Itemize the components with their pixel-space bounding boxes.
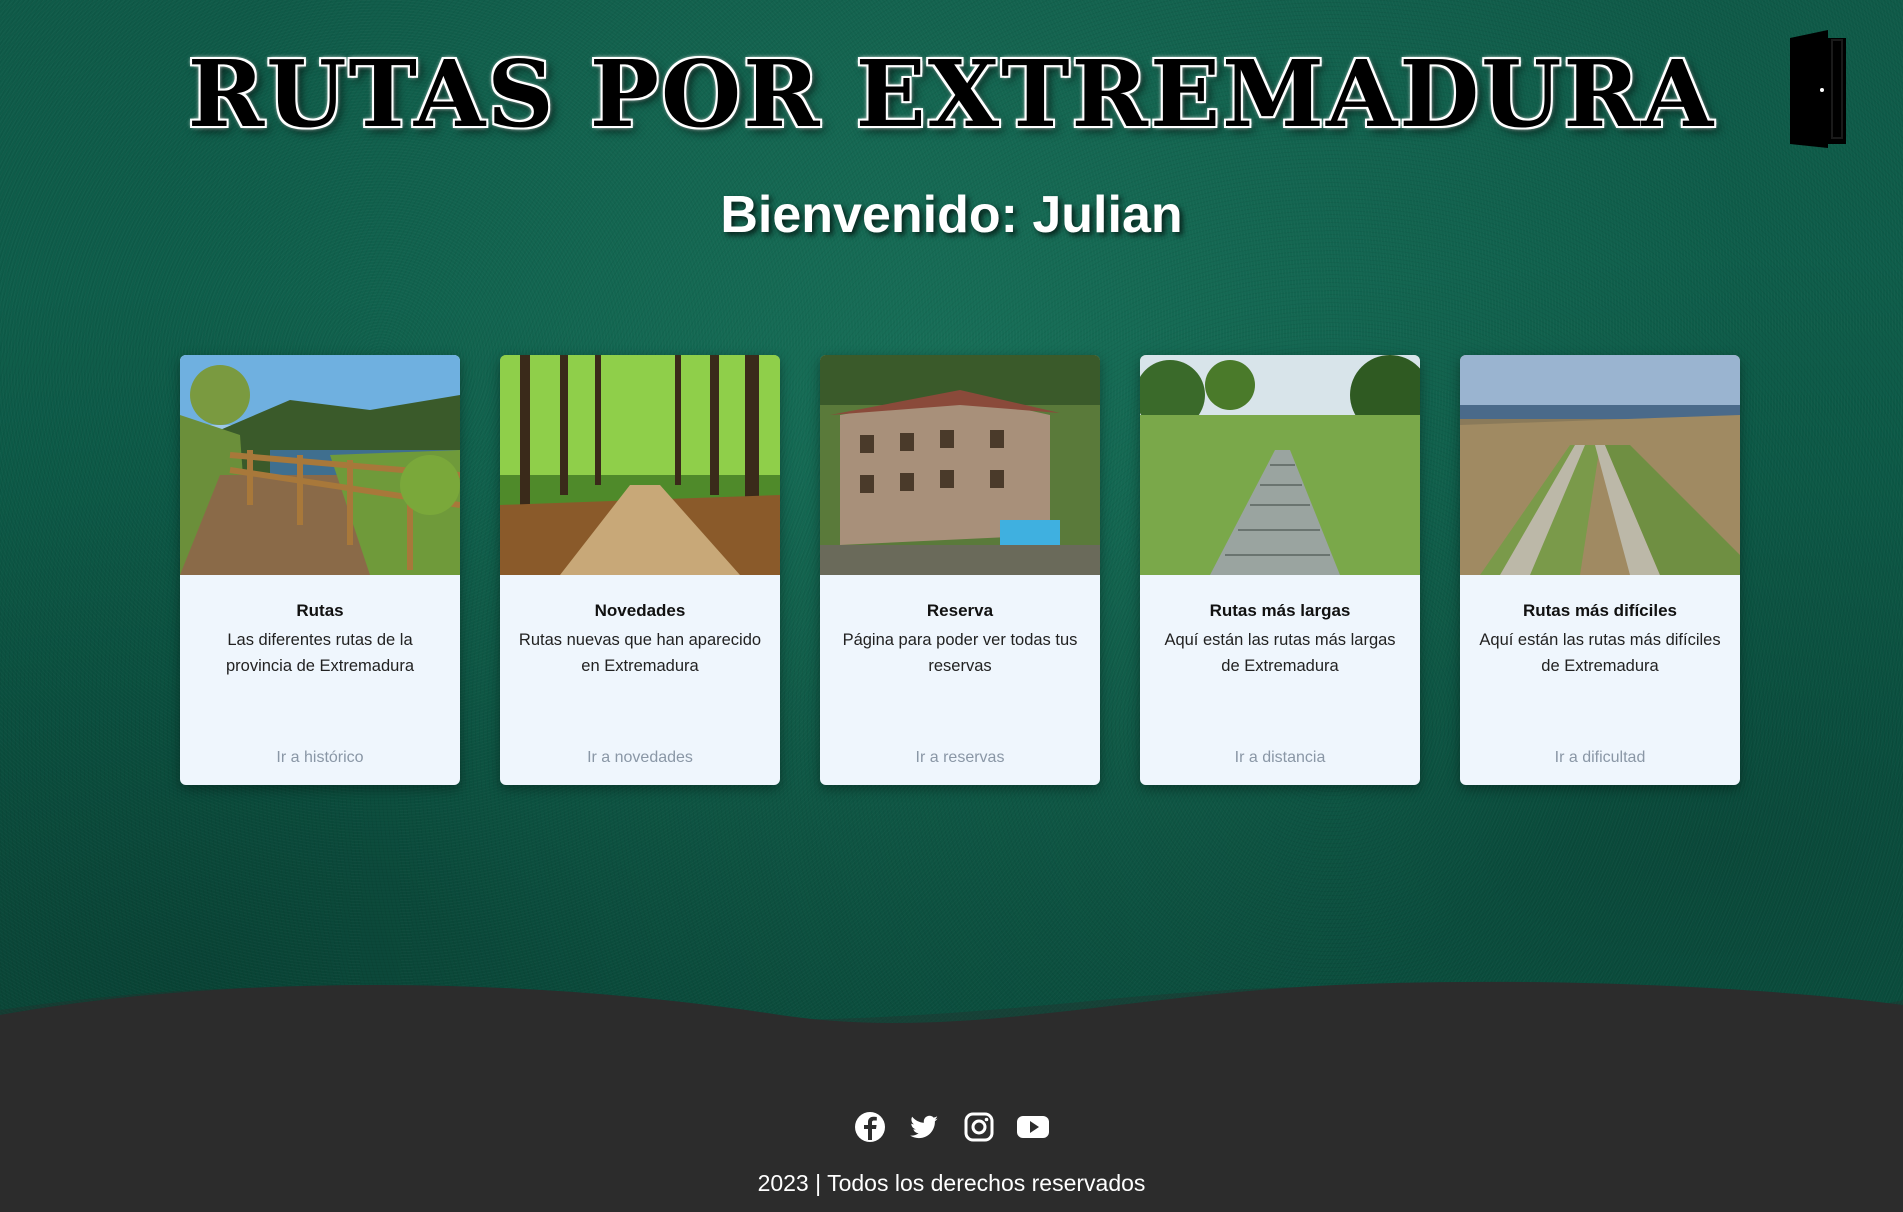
card-description: Página para poder ver todas tus reservas <box>842 631 1078 675</box>
page: { "header": { "title": "RUTAS POR EXTREM… <box>0 0 1903 1212</box>
card-list: Rutas Las diferentes rutas de la provinc… <box>180 355 1740 785</box>
card-description: Rutas nuevas que han aparecido en Extrem… <box>518 631 762 675</box>
social-links <box>0 1110 1903 1144</box>
go-novedades-link[interactable]: Ir a novedades <box>500 749 780 767</box>
card-rutas-largas: Rutas más largas Aquí están las rutas má… <box>1140 355 1420 785</box>
boardwalk-meadow-photo <box>1140 355 1420 575</box>
lakeside-trail-photo <box>180 355 460 575</box>
card-title: Rutas más difíciles <box>1522 601 1677 620</box>
card-title: Rutas <box>296 601 344 620</box>
card-reserva: Reserva Página para poder ver todas tus … <box>820 355 1100 785</box>
go-distancia-link[interactable]: Ir a distancia <box>1140 749 1420 767</box>
instagram-icon[interactable] <box>962 1110 996 1144</box>
go-reservas-link[interactable]: Ir a reservas <box>820 749 1100 767</box>
card-rutas: Rutas Las diferentes rutas de la provinc… <box>180 355 460 785</box>
welcome-message: Bienvenido: Julian <box>720 186 1183 244</box>
card-title: Reserva <box>926 601 994 620</box>
card-title: Novedades <box>594 601 686 620</box>
logout-door-icon[interactable] <box>1788 30 1850 148</box>
card-description: Las diferentes rutas de la provincia de … <box>225 631 414 675</box>
dirt-track-field-photo <box>1460 355 1740 575</box>
go-dificultad-link[interactable]: Ir a dificultad <box>1460 749 1740 767</box>
card-novedades: Novedades Rutas nuevas que han aparecido… <box>500 355 780 785</box>
youtube-icon[interactable] <box>1016 1110 1050 1144</box>
card-description: Aquí están las rutas más largas de Extre… <box>1164 631 1396 675</box>
go-historico-link[interactable]: Ir a histórico <box>180 749 460 767</box>
footer: 2023 | Todos los derechos reservados <box>0 1040 1903 1212</box>
card-title: Rutas más largas <box>1209 601 1351 620</box>
twitter-icon[interactable] <box>907 1110 941 1144</box>
copyright-text: 2023 | Todos los derechos reservados <box>757 1170 1146 1196</box>
facebook-icon[interactable] <box>853 1110 887 1144</box>
site-title: RUTAS POR EXTREMADURA <box>187 40 1716 148</box>
forest-path-photo <box>500 355 780 575</box>
card-rutas-dificiles: Rutas más difíciles Aquí están las rutas… <box>1460 355 1740 785</box>
rural-hotel-photo <box>820 355 1100 575</box>
card-description: Aquí están las rutas más difíciles de Ex… <box>1479 631 1721 675</box>
